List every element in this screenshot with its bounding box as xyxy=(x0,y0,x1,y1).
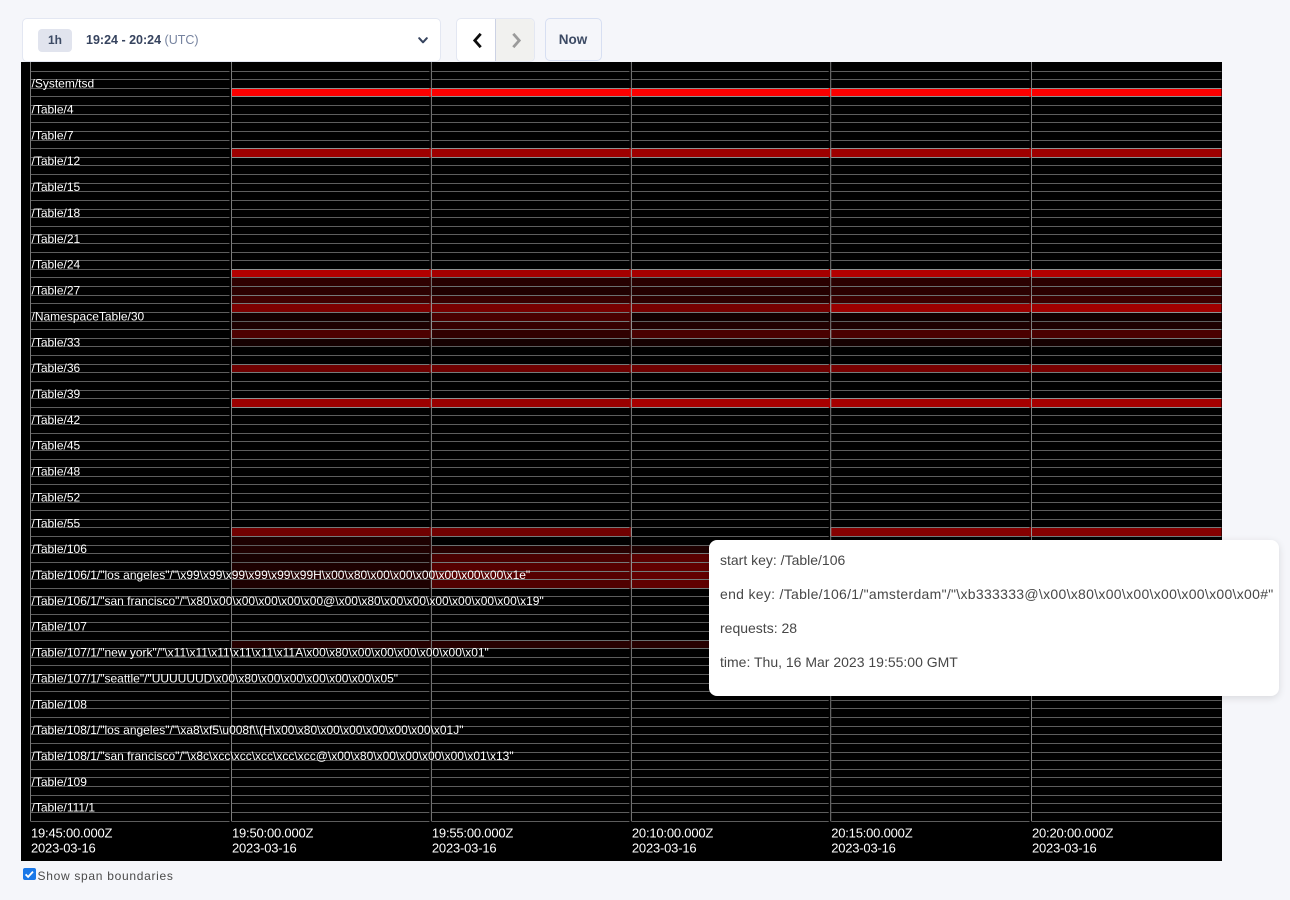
svg-text:/System/tsd: /System/tsd xyxy=(32,76,95,90)
svg-text:/Table/111/1: /Table/111/1 xyxy=(32,800,96,814)
svg-text:/Table/39: /Table/39 xyxy=(32,386,81,400)
svg-text:/Table/52: /Table/52 xyxy=(32,490,81,504)
svg-text:/Table/106/1/"los angeles"/"\x: /Table/106/1/"los angeles"/"\x99\x99\x99… xyxy=(32,567,531,581)
svg-text:/Table/4: /Table/4 xyxy=(32,102,74,116)
svg-text:/Table/48: /Table/48 xyxy=(32,464,81,478)
svg-text:/Table/21: /Table/21 xyxy=(32,231,81,245)
svg-text:19:45:00.000Z: 19:45:00.000Z xyxy=(31,825,113,840)
svg-text:2023-03-16: 2023-03-16 xyxy=(1032,840,1097,855)
svg-text:/Table/12: /Table/12 xyxy=(32,154,81,168)
svg-text:/Table/108/1/"los angeles"/"\x: /Table/108/1/"los angeles"/"\xa8\xf5\u00… xyxy=(32,723,464,737)
svg-text:20:20:00.000Z: 20:20:00.000Z xyxy=(1032,825,1114,840)
svg-text:/Table/107/1/"new york"/"\x11\: /Table/107/1/"new york"/"\x11\x11\x11\x1… xyxy=(32,645,489,659)
svg-text:20:15:00.000Z: 20:15:00.000Z xyxy=(831,825,913,840)
svg-text:20:10:00.000Z: 20:10:00.000Z xyxy=(632,825,714,840)
svg-text:/Table/108/1/"san francisco"/": /Table/108/1/"san francisco"/"\x8c\xcc\x… xyxy=(32,749,514,763)
svg-text:/Table/36: /Table/36 xyxy=(32,361,81,375)
svg-text:/Table/109: /Table/109 xyxy=(32,774,88,788)
svg-text:2023-03-16: 2023-03-16 xyxy=(232,840,297,855)
svg-text:2023-03-16: 2023-03-16 xyxy=(31,840,96,855)
svg-text:/Table/7: /Table/7 xyxy=(32,128,74,142)
svg-text:/Table/27: /Table/27 xyxy=(32,283,81,297)
svg-text:/Table/33: /Table/33 xyxy=(32,335,81,349)
svg-text:/NamespaceTable/30: /NamespaceTable/30 xyxy=(32,309,145,323)
svg-text:/Table/18: /Table/18 xyxy=(32,205,81,219)
svg-text:/Table/108: /Table/108 xyxy=(32,697,88,711)
svg-text:/Table/106: /Table/106 xyxy=(32,542,88,556)
svg-text:/Table/55: /Table/55 xyxy=(32,516,81,530)
svg-text:2023-03-16: 2023-03-16 xyxy=(632,840,697,855)
svg-text:/Table/107: /Table/107 xyxy=(32,619,88,633)
svg-text:2023-03-16: 2023-03-16 xyxy=(432,840,497,855)
svg-text:/Table/15: /Table/15 xyxy=(32,180,81,194)
svg-text:/Table/106/1/"san francisco"/": /Table/106/1/"san francisco"/"\x80\x00\x… xyxy=(32,593,544,607)
svg-text:19:50:00.000Z: 19:50:00.000Z xyxy=(232,825,314,840)
svg-text:/Table/45: /Table/45 xyxy=(32,438,81,452)
svg-text:/Table/107/1/"seattle"/"UUUUUU: /Table/107/1/"seattle"/"UUUUUUD\x00\x80\… xyxy=(32,671,399,685)
svg-text:/Table/42: /Table/42 xyxy=(32,412,81,426)
svg-text:19:55:00.000Z: 19:55:00.000Z xyxy=(432,825,514,840)
svg-text:2023-03-16: 2023-03-16 xyxy=(831,840,896,855)
svg-text:/Table/24: /Table/24 xyxy=(32,257,81,271)
